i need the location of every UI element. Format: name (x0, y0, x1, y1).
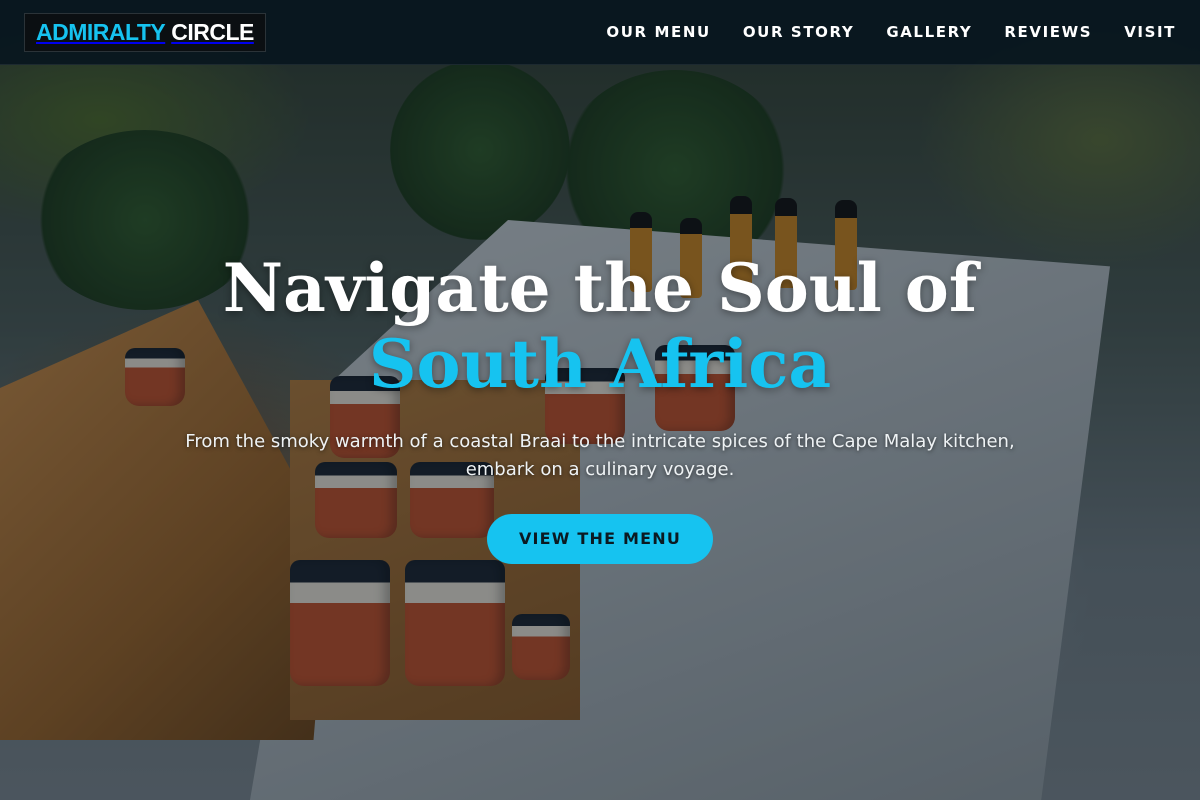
hero-subtitle: From the smoky warmth of a coastal Braai… (185, 431, 1015, 480)
nav-link-gallery[interactable]: GALLERY (886, 23, 972, 41)
hero-title-line1: Navigate the Soul of (222, 249, 978, 327)
nav-link-reviews[interactable]: REVIEWS (1004, 23, 1092, 41)
hero-section: Navigate the Soul of South Africa From t… (0, 250, 1200, 564)
main-nav: OUR MENU OUR STORY GALLERY REVIEWS VISIT (606, 0, 1176, 64)
hero-title: Navigate the Soul of South Africa (0, 250, 1200, 402)
nav-link-visit[interactable]: VISIT (1124, 23, 1176, 41)
site-logo[interactable]: ADMIRALTY CIRCLE (24, 13, 266, 52)
logo-text: CIRCLE (171, 19, 254, 45)
view-menu-button[interactable]: VIEW THE MENU (486, 514, 714, 564)
nav-link-our-menu[interactable]: OUR MENU (606, 23, 710, 41)
nav-link-our-story[interactable]: OUR STORY (743, 23, 854, 41)
site-header: ADMIRALTY CIRCLE OUR MENU OUR STORY GALL… (0, 0, 1200, 65)
logo-accent-text: ADMIRALTY (36, 19, 166, 45)
hero-title-line2: South Africa (368, 325, 832, 403)
